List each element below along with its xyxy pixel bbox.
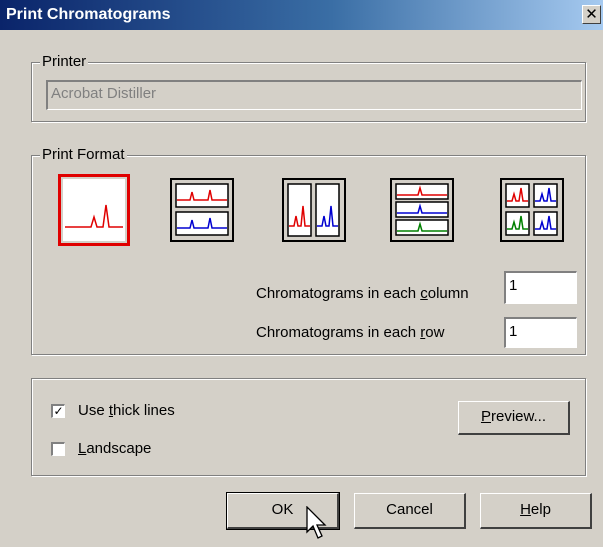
print-format-group-label: Print Format <box>40 146 127 163</box>
close-button[interactable]: ✕ <box>582 5 601 24</box>
column-count-label: Chromatograms in each column <box>256 285 469 302</box>
two-columns-chromatogram-icon <box>287 183 340 237</box>
row-count-input[interactable]: 1 <box>504 317 577 348</box>
landscape-checkbox[interactable] <box>51 442 65 456</box>
format-grid-option[interactable] <box>500 178 564 242</box>
landscape-label: Landscape <box>78 440 152 457</box>
row-count-label: Chromatograms in each row <box>256 324 445 341</box>
three-rows-chromatogram-icon <box>395 183 449 236</box>
printer-group-label: Printer <box>40 53 89 70</box>
format-two-rows-option[interactable] <box>170 178 234 242</box>
options-group: ✓ Use thick lines Landscape Preview... <box>31 378 586 476</box>
thick-lines-checkbox[interactable]: ✓ <box>51 404 65 418</box>
format-three-rows-option[interactable] <box>390 178 454 242</box>
close-icon: ✕ <box>585 5 598 23</box>
checkmark-icon: ✓ <box>53 404 64 418</box>
thick-lines-label: Use thick lines <box>78 402 175 419</box>
window-title: Print Chromatograms <box>6 6 171 23</box>
print-format-group: Print Format Chromatograms in each colum… <box>31 147 586 355</box>
mouse-pointer-icon <box>306 506 327 539</box>
preview-button[interactable]: Preview... <box>458 401 570 435</box>
two-rows-chromatogram-icon <box>175 183 229 236</box>
printer-group: Printer Acrobat Distiller <box>31 54 586 122</box>
printer-name: Acrobat Distiller <box>51 85 157 102</box>
format-two-columns-option[interactable] <box>282 178 346 242</box>
printer-field[interactable]: Acrobat Distiller <box>46 80 582 110</box>
column-count-input[interactable]: 1 <box>504 271 577 304</box>
format-single-option[interactable] <box>58 174 130 246</box>
single-chromatogram-icon <box>63 179 125 241</box>
cancel-button[interactable]: Cancel <box>354 493 466 529</box>
title-bar: Print Chromatograms ✕ <box>0 0 603 30</box>
grid-chromatogram-icon <box>505 183 558 236</box>
help-button[interactable]: Help <box>480 493 592 529</box>
